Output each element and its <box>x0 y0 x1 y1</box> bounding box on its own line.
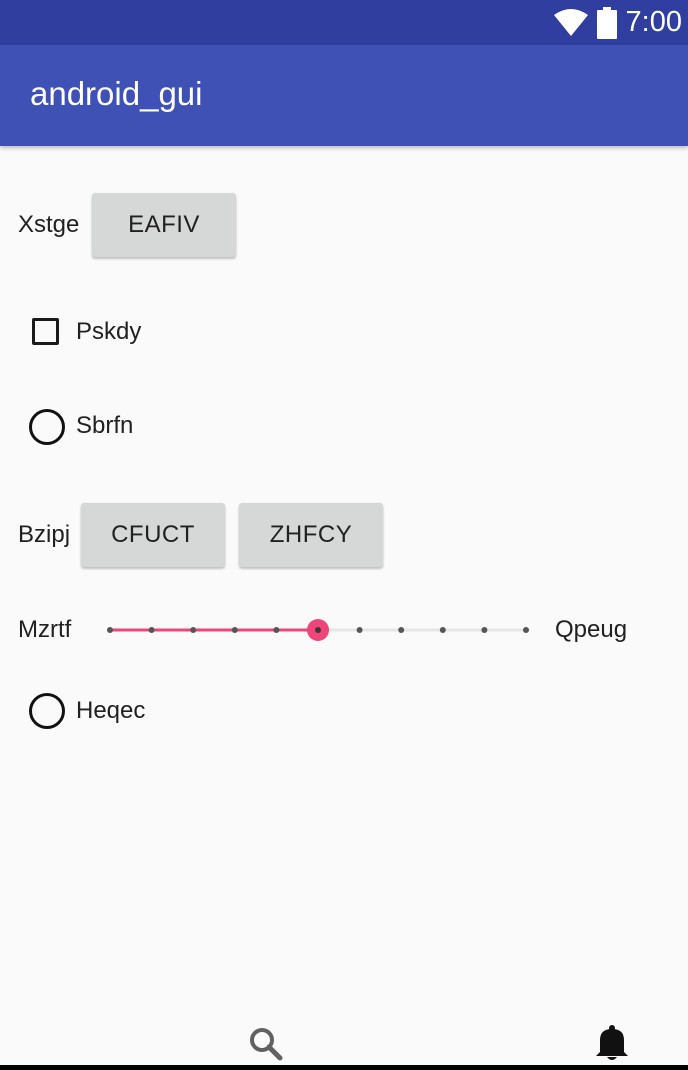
slider-tick <box>107 627 113 633</box>
row2-label: Bzipj <box>18 521 71 548</box>
bottom-nav <box>0 1010 688 1070</box>
cfuct-button[interactable]: CFUCT <box>81 503 225 567</box>
slider-thumb-tick <box>315 627 321 633</box>
slider-tick <box>148 627 155 633</box>
slider-tick <box>356 627 363 633</box>
slider-right-label: Qpeug <box>555 616 628 643</box>
app-bar: android_gui <box>0 45 688 146</box>
battery-icon <box>596 6 617 39</box>
radio-label: Sbrfn <box>76 412 134 439</box>
app-title: android_gui <box>30 75 203 112</box>
row1-label: Xstge <box>18 211 80 238</box>
checkbox-label: Pskdy <box>76 318 142 345</box>
slider-left-label: Mzrtf <box>18 616 72 643</box>
slider-tick <box>523 627 529 633</box>
slider-tick <box>231 627 238 633</box>
radio-circle[interactable] <box>29 693 65 729</box>
slider-tick <box>273 627 280 633</box>
slider-tick <box>190 627 197 633</box>
slider-tick <box>398 627 405 633</box>
status-icons: 7:00 <box>553 0 682 45</box>
radio-label: Heqec <box>76 697 146 724</box>
slider-tick <box>481 627 488 633</box>
discrete-slider[interactable] <box>100 610 540 650</box>
eafiv-button[interactable]: EAFIV <box>92 193 236 257</box>
slider-tick <box>439 627 446 633</box>
status-time: 7:00 <box>625 6 682 38</box>
wifi-icon <box>553 8 588 36</box>
status-bar: 7:00 <box>0 0 688 45</box>
checkbox-box[interactable] <box>32 318 59 345</box>
bell-icon[interactable] <box>595 1024 629 1062</box>
bottom-divider <box>0 1065 688 1070</box>
search-icon[interactable] <box>248 1026 284 1062</box>
radio-circle[interactable] <box>29 409 65 445</box>
zhfcy-button[interactable]: ZHFCY <box>239 503 383 567</box>
